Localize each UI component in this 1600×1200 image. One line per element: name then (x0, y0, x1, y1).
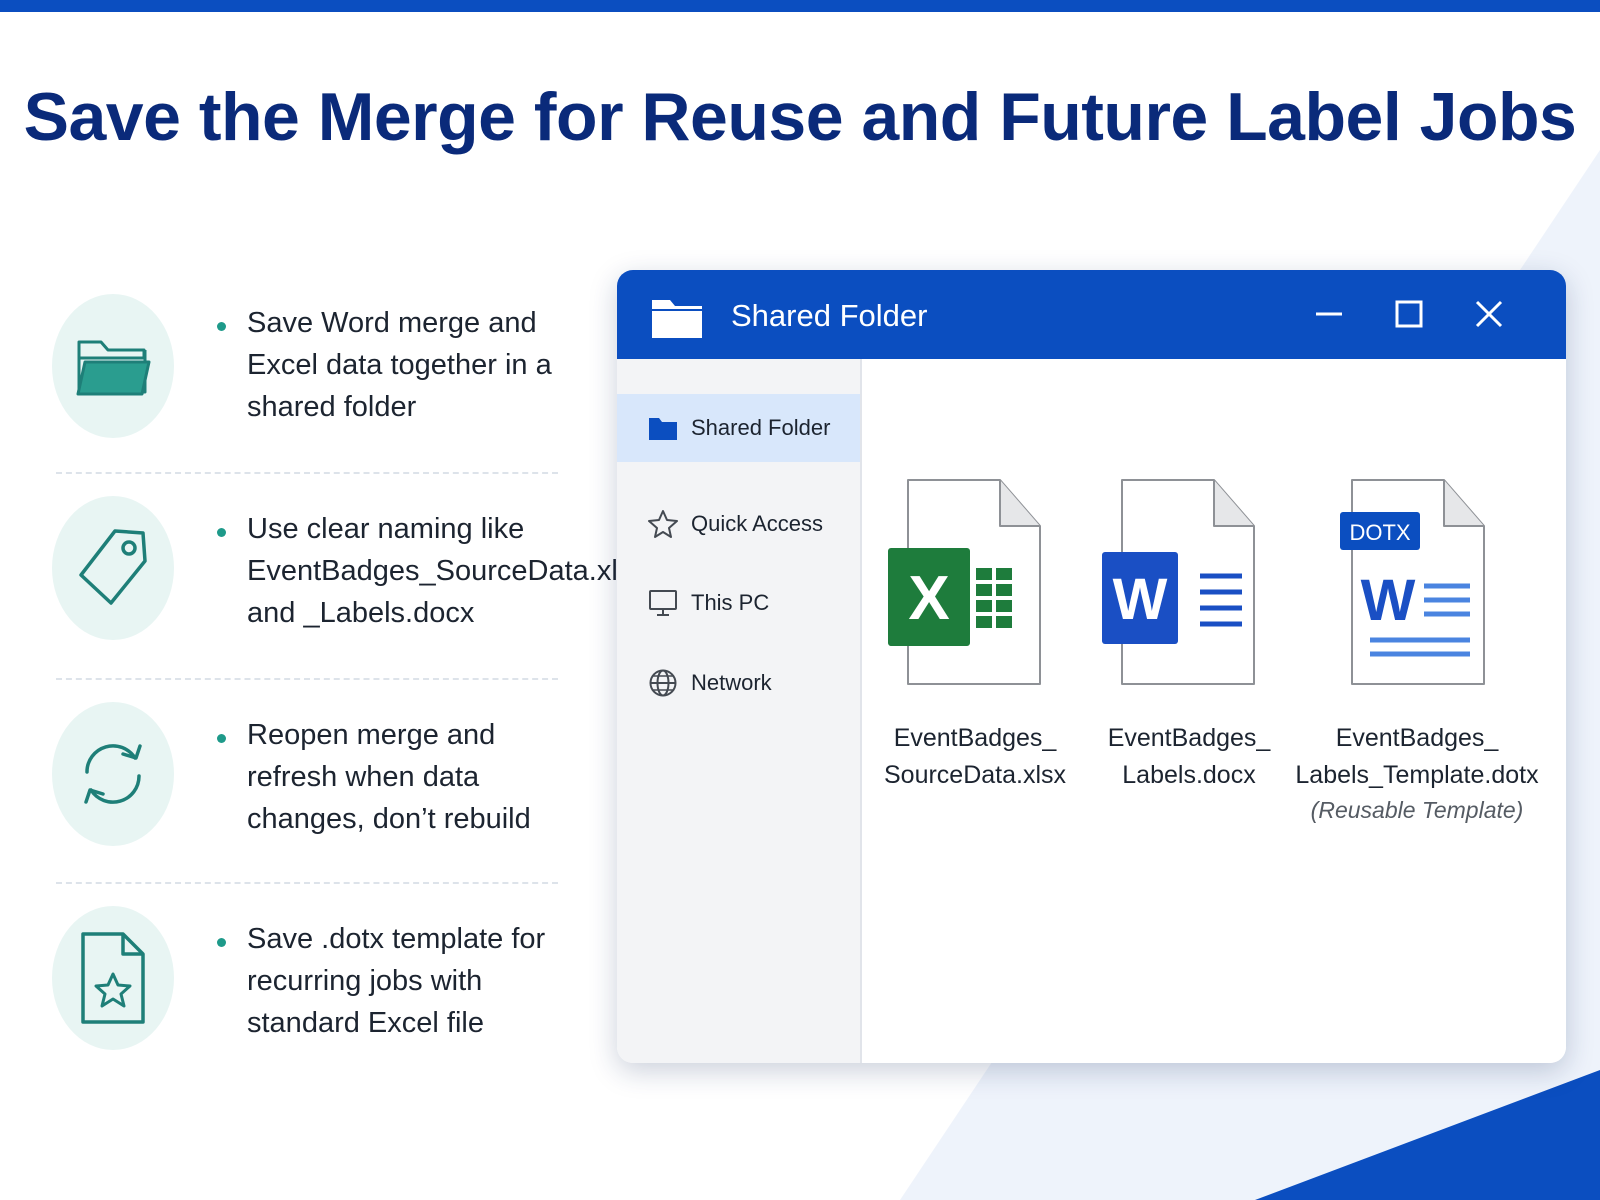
tip-item: Save Word merge and Excel data together … (50, 290, 570, 440)
file-subtitle: (Reusable Template) (1310, 797, 1524, 823)
file-list-area: X EventBadges_ SourceData.xlsx W EventBa… (862, 359, 1566, 1063)
tag-icon (79, 529, 147, 605)
folder-icon (76, 340, 151, 396)
file-name-line: EventBadges_ (1107, 724, 1271, 752)
sidebar-item-label: Network (691, 670, 772, 695)
excel-icon: X (870, 478, 1080, 698)
file-name: EventBadges_ Labels_Template.dotx (1292, 720, 1542, 794)
sidebar-item-this-pc[interactable]: This PC (617, 569, 860, 637)
folder-icon (650, 294, 704, 345)
star-icon (647, 508, 679, 540)
svg-text:W: W (1361, 568, 1416, 633)
file-name-line: EventBadges_ (893, 724, 1057, 752)
tip-item: Use clear naming like EventBadges_Source… (50, 496, 647, 646)
tip-icon-circle (52, 496, 174, 640)
file-name-line: SourceData.xlsx (883, 761, 1067, 789)
dotx-badge-label: DOTX (1349, 520, 1410, 545)
navigation-sidebar: Shared Folder Quick Access This PC Netwo… (617, 359, 862, 1063)
close-icon (1475, 300, 1503, 328)
tip-item: Reopen merge and refresh when data chang… (50, 702, 570, 852)
word-template-icon: DOTX W (1292, 478, 1542, 698)
divider (56, 678, 558, 680)
file-item-source-data[interactable]: X EventBadges_ SourceData.xlsx (870, 478, 1080, 794)
sidebar-item-network[interactable]: Network (617, 649, 860, 717)
minimize-icon (1316, 312, 1342, 316)
file-name-line: EventBadges_ (1335, 724, 1499, 752)
window-titlebar[interactable]: Shared Folder (617, 270, 1566, 359)
folder-icon (647, 412, 679, 444)
svg-text:X: X (908, 564, 949, 633)
sidebar-item-shared-folder[interactable]: Shared Folder (617, 394, 860, 462)
close-button[interactable] (1467, 292, 1511, 336)
sidebar-item-label: Quick Access (691, 511, 824, 536)
monitor-icon (647, 587, 679, 619)
svg-text:W: W (1113, 567, 1168, 632)
tip-icon-circle (52, 702, 174, 846)
sidebar-item-label: This PC (691, 590, 770, 615)
bullet-dot (217, 938, 226, 947)
tip-text: Save .dotx template for recurring jobs w… (247, 923, 546, 1039)
divider (56, 472, 558, 474)
file-name: EventBadges_ SourceData.xlsx (870, 720, 1080, 794)
minimize-button[interactable] (1307, 292, 1351, 336)
maximize-button[interactable] (1387, 292, 1431, 336)
file-explorer-window: Shared Folder Shared Folder Quick Access (617, 270, 1566, 1063)
divider (56, 882, 558, 884)
file-item-template[interactable]: DOTX W EventBadges_ Labels_Template.dotx… (1292, 478, 1542, 826)
page-title: Save the Merge for Reuse and Future Labe… (23, 79, 1577, 155)
bullet-dot (217, 322, 226, 331)
globe-icon (647, 667, 679, 699)
refresh-icon (84, 744, 142, 804)
file-item-labels[interactable]: W EventBadges_ Labels.docx (1084, 478, 1294, 794)
sidebar-item-label: Shared Folder (691, 415, 831, 440)
bullet-dot (217, 528, 226, 537)
file-name: EventBadges_ Labels.docx (1084, 720, 1294, 794)
window-title: Shared Folder (731, 298, 928, 333)
tip-text: Use clear naming like EventBadges_Source… (247, 513, 647, 629)
tip-text: Reopen merge and refresh when data chang… (247, 719, 531, 835)
tip-icon-circle (52, 906, 174, 1050)
sidebar-item-quick-access[interactable]: Quick Access (617, 490, 860, 558)
word-icon: W (1084, 478, 1294, 698)
bullet-dot (217, 734, 226, 743)
tip-icon-circle (52, 294, 174, 438)
maximize-icon (1395, 300, 1423, 328)
file-name-line: Labels.docx (1122, 761, 1256, 789)
file-name-line: Labels_Template.dotx (1295, 761, 1539, 789)
tip-text: Save Word merge and Excel data together … (247, 307, 552, 423)
star-document-icon (81, 932, 145, 1024)
tip-item: Save .dotx template for recurring jobs w… (50, 906, 570, 1056)
